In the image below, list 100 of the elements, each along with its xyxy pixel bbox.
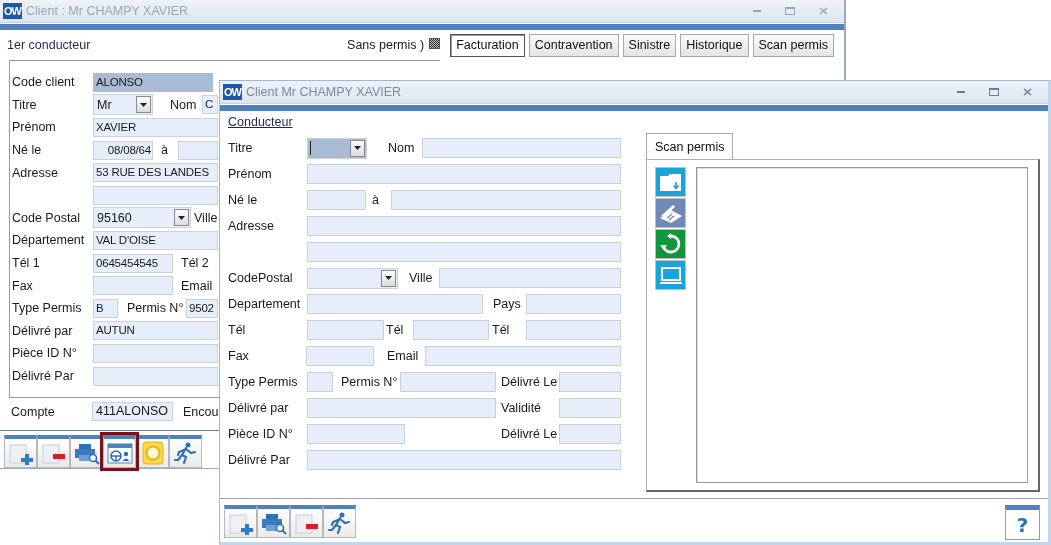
input-field[interactable]	[559, 424, 621, 444]
dropdown[interactable]: 95160	[93, 207, 191, 229]
tab[interactable]: Scan permis	[646, 133, 734, 159]
field-label: Pièce ID N°	[228, 427, 294, 441]
minimize-icon[interactable]	[957, 90, 965, 94]
input-field[interactable]	[526, 294, 621, 314]
tab-button[interactable]: Facturation	[450, 33, 525, 57]
toolbar-button[interactable]	[103, 435, 136, 468]
field-label: Délivré Le	[501, 427, 559, 441]
field-label: Pièce ID N°	[12, 346, 78, 361]
toolbar-button[interactable]	[323, 505, 356, 538]
section-link[interactable]: Conducteur	[228, 115, 638, 131]
folder-download-icon	[658, 171, 683, 193]
tool-button[interactable]	[655, 198, 686, 228]
input-field[interactable]	[391, 190, 621, 210]
input-field[interactable]	[307, 242, 621, 262]
field-label: Prénom	[12, 120, 57, 135]
input-field[interactable]	[93, 185, 218, 205]
input-field[interactable]	[307, 320, 384, 340]
input-field[interactable]	[307, 424, 405, 444]
input-field[interactable]: B	[93, 298, 118, 318]
input-field[interactable]	[526, 320, 621, 340]
input-field[interactable]	[559, 398, 621, 418]
tab-button[interactable]: Scan permis	[752, 33, 834, 57]
input-field[interactable]: 53 RUE DES LANDES	[93, 163, 218, 183]
remove-document-icon	[40, 441, 67, 465]
input-field[interactable]	[307, 164, 621, 184]
input-field[interactable]	[559, 372, 621, 392]
window-title: Client : Mr CHAMPY XAVIER	[25, 4, 189, 18]
dropdown[interactable]: Mr	[93, 94, 153, 116]
tab-button[interactable]: Historique	[680, 33, 749, 57]
field-label: Département	[12, 233, 86, 248]
steering-wheel-card-icon	[106, 441, 133, 465]
field-label: Délivré par	[12, 323, 74, 338]
field-label: Délivré Par	[12, 369, 75, 383]
tab-button[interactable]: Contravention	[528, 33, 619, 57]
input-field[interactable]: VAL D'OISE	[93, 230, 218, 250]
input-field[interactable]: 9502	[186, 298, 218, 318]
close-icon[interactable]	[1023, 88, 1032, 96]
field-label: Nom	[170, 97, 198, 112]
input-field[interactable]	[307, 294, 483, 314]
tool-button[interactable]	[655, 229, 686, 259]
close-icon[interactable]	[819, 7, 828, 15]
section-title: 1er conducteur	[7, 38, 91, 52]
field-label: Délivré Par	[228, 453, 291, 467]
input-field[interactable]: 0645454545	[93, 253, 173, 273]
input-field[interactable]: XAVIER	[93, 118, 218, 137]
input-field[interactable]	[400, 372, 496, 392]
maximize-icon[interactable]	[989, 88, 999, 96]
new-document-icon	[227, 511, 254, 535]
field-label: Type Permis	[228, 375, 299, 389]
input-field[interactable]	[306, 346, 374, 366]
input-field[interactable]	[93, 366, 218, 386]
tool-button[interactable]	[655, 167, 686, 197]
toolbar-button[interactable]	[257, 505, 290, 538]
input-field[interactable]: C	[202, 95, 218, 115]
input-field[interactable]	[178, 140, 218, 160]
running-man-icon	[172, 441, 199, 465]
input-field[interactable]	[307, 190, 366, 210]
checkbox[interactable]	[429, 37, 441, 49]
field-label: Tél 2	[181, 256, 210, 271]
toolbar-button[interactable]	[37, 435, 70, 468]
input-field[interactable]: AUTUN	[93, 321, 218, 341]
field-label: Code client	[12, 75, 76, 90]
print-preview-icon	[73, 441, 100, 465]
field-label: Pays	[493, 297, 522, 311]
input-field[interactable]	[93, 343, 218, 363]
tab-button[interactable]: Sinistre	[622, 33, 677, 57]
input-field[interactable]	[307, 372, 333, 392]
dropdown[interactable]	[307, 137, 367, 159]
input-field[interactable]	[307, 216, 621, 236]
toolbar-button[interactable]	[169, 435, 202, 468]
input-field[interactable]: ALONSO	[93, 72, 213, 92]
input-field[interactable]	[413, 320, 489, 340]
remove-document-icon	[293, 511, 320, 535]
help-button[interactable]: ?	[1005, 505, 1040, 540]
maximize-icon[interactable]	[785, 7, 795, 15]
input-field[interactable]: 08/08/64	[93, 140, 153, 160]
input-field[interactable]: 411ALONSO	[92, 402, 173, 421]
field-label: Tél	[386, 323, 405, 337]
screen-icon	[658, 264, 683, 286]
input-field[interactable]	[93, 276, 173, 296]
field-label: Délivré par	[228, 401, 290, 415]
field-label: Prénom	[228, 167, 273, 181]
field-label: CodePostal	[228, 271, 294, 285]
input-field[interactable]	[439, 268, 621, 288]
field-label: Tél	[492, 323, 511, 337]
tool-button[interactable]	[655, 260, 686, 290]
scanner-icon	[658, 202, 683, 224]
field-label: Validité	[501, 401, 543, 415]
input-field[interactable]	[425, 346, 621, 366]
input-field[interactable]	[422, 138, 621, 158]
input-field[interactable]	[307, 450, 621, 470]
input-field[interactable]	[307, 398, 496, 418]
toolbar-button[interactable]	[290, 505, 323, 538]
field-label: Fax	[12, 278, 34, 293]
field-label: Code Postal	[12, 210, 82, 225]
minimize-icon[interactable]	[753, 9, 761, 13]
field-label: Permis N°	[341, 375, 399, 389]
field-label: Type Permis	[12, 301, 83, 316]
